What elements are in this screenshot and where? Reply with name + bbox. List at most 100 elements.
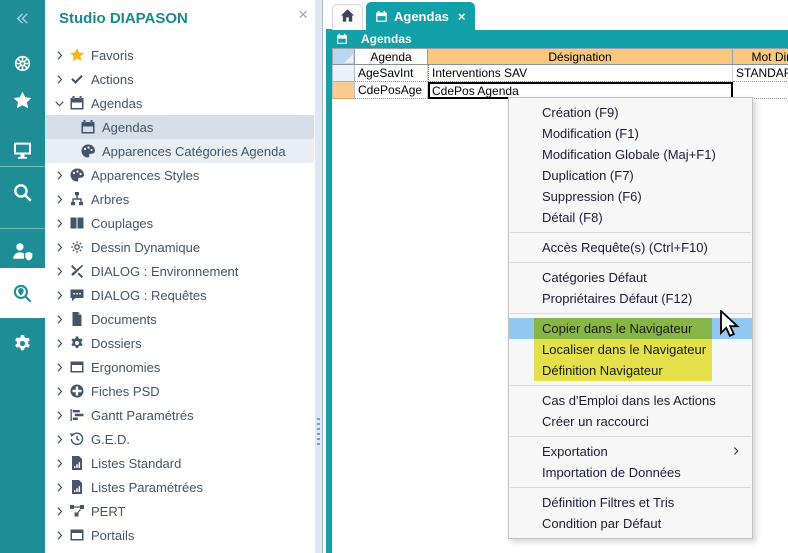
menu-item-label: Exportation <box>542 444 608 459</box>
chevron-right-icon[interactable] <box>54 506 65 517</box>
cell-designation-row1[interactable]: Interventions SAV <box>428 65 733 82</box>
menu-item-suppression-f6[interactable]: Suppression (F6) <box>509 186 752 207</box>
gear-outline-icon <box>69 239 85 255</box>
menu-item-modification-globale-maj-f1[interactable]: Modification Globale (Maj+F1) <box>509 144 752 165</box>
chevron-right-icon[interactable] <box>54 290 65 301</box>
sidebar-item-dialog-requetes[interactable]: DIALOG : Requêtes <box>45 283 314 307</box>
menu-item-creer-un-raccourci[interactable]: Créer un raccourci <box>509 411 752 432</box>
chevron-right-icon[interactable] <box>54 242 65 253</box>
menu-item-cas-d-emploi-dans-les-actions[interactable]: Cas d'Emploi dans les Actions <box>509 390 752 411</box>
sidebar-item-arbres[interactable]: Arbres <box>45 187 314 211</box>
sidebar-item-apparences-styles[interactable]: Apparences Styles <box>45 163 314 187</box>
menu-item-label: Définition Navigateur <box>542 363 663 378</box>
star-icon[interactable] <box>0 83 45 117</box>
chevron-right-icon[interactable] <box>54 74 65 85</box>
chevron-right-icon[interactable] <box>54 458 65 469</box>
wheel-icon[interactable] <box>0 46 45 80</box>
sidebar-item-pert[interactable]: PERT <box>45 499 314 523</box>
chevron-right-icon[interactable] <box>54 314 65 325</box>
sidebar-item-agendas[interactable]: Agendas <box>45 91 314 115</box>
menu-item-definition-filtres-et-tris[interactable]: Définition Filtres et Tris <box>509 492 752 513</box>
row-marker[interactable] <box>332 82 355 99</box>
search-pin-icon[interactable] <box>0 268 45 318</box>
menu-item-categories-defaut[interactable]: Catégories Défaut <box>509 267 752 288</box>
chevron-right-icon[interactable] <box>54 194 65 205</box>
plus-circle-icon <box>69 383 85 399</box>
user-shield-icon[interactable] <box>0 236 45 266</box>
cell-agenda-row2[interactable]: CdePosAge <box>355 82 428 99</box>
chevron-right-icon[interactable] <box>54 434 65 445</box>
column-header-mot-directeur[interactable]: Mot Directeur <box>733 48 788 65</box>
sidebar-item-agendas[interactable]: Agendas <box>45 115 314 139</box>
chevron-right-icon[interactable] <box>54 482 65 493</box>
sidebar-item-dessin-dynamique[interactable]: Dessin Dynamique <box>45 235 314 259</box>
sidebar-item-listes-parametrees[interactable]: Listes Paramétrées <box>45 475 314 499</box>
sidebar-item-label: Apparences Styles <box>91 168 199 183</box>
chevron-right-icon[interactable] <box>54 50 65 61</box>
table-corner-header[interactable] <box>332 48 355 65</box>
menu-item-importation-de-donnees[interactable]: Importation de Données <box>509 462 752 483</box>
chevron-right-icon[interactable] <box>54 362 65 373</box>
sidebar-item-couplages[interactable]: Couplages <box>45 211 314 235</box>
sidebar-item-gantt-parametres[interactable]: Gantt Paramétrés <box>45 403 314 427</box>
menu-item-copier-dans-le-navigateur[interactable]: Copier dans le Navigateur <box>509 318 752 339</box>
menu-item-label: Duplication (F7) <box>542 168 634 183</box>
sidebar-scrollbar[interactable] <box>315 0 322 553</box>
sidebar-item-ergonomies[interactable]: Ergonomies <box>45 355 314 379</box>
menu-item-localiser-dans-le-navigateur[interactable]: Localiser dans le Navigateur <box>509 339 752 360</box>
menu-item-definition-navigateur[interactable]: Définition Navigateur <box>509 360 752 381</box>
chevron-down-icon[interactable] <box>54 98 65 109</box>
chevron-right-icon[interactable] <box>54 410 65 421</box>
menu-item-proprietaires-defaut-f12[interactable]: Propriétaires Défaut (F12) <box>509 288 752 309</box>
chevron-double-left-icon[interactable] <box>0 8 45 28</box>
row-marker[interactable] <box>332 65 355 82</box>
menu-item-label: Créer un raccourci <box>542 414 649 429</box>
tools-icon <box>69 263 85 279</box>
menu-item-acces-requete-s-ctrl-f10[interactable]: Accès Requête(s) (Ctrl+F10) <box>509 237 752 258</box>
menu-separator <box>510 232 751 233</box>
monitor-icon[interactable] <box>0 133 45 167</box>
sidebar-item-actions[interactable]: Actions <box>45 67 314 91</box>
chevron-right-icon[interactable] <box>54 338 65 349</box>
chevron-right-icon[interactable] <box>54 386 65 397</box>
menu-separator <box>510 385 751 386</box>
menu-item-modification-f1[interactable]: Modification (F1) <box>509 123 752 144</box>
home-icon <box>340 8 355 28</box>
column-header-agenda[interactable]: Agenda <box>355 48 428 65</box>
sidebar-item-listes-standard[interactable]: Listes Standard <box>45 451 314 475</box>
search-icon[interactable] <box>0 175 45 209</box>
chevron-right-icon[interactable] <box>54 218 65 229</box>
sidebar-item-portails[interactable]: Portails <box>45 523 314 547</box>
sidebar-item-apparences-categories-agenda[interactable]: Apparences Catégories Agenda <box>45 139 314 163</box>
column-header-label: Mot Directeur <box>751 50 788 64</box>
menu-item-creation-f9[interactable]: Création (F9) <box>509 102 752 123</box>
menu-item-condition-par-defaut[interactable]: Condition par Défaut <box>509 513 752 534</box>
close-icon[interactable]: × <box>458 9 466 24</box>
column-header-designation[interactable]: Désignation <box>428 48 733 65</box>
menu-item-label: Propriétaires Défaut (F12) <box>542 291 692 306</box>
sidebar-item-label: Portails <box>91 528 134 543</box>
calendar-icon <box>336 33 348 45</box>
sidebar-item-documents[interactable]: Documents <box>45 307 314 331</box>
sidebar-item-favoris[interactable]: Favoris <box>45 43 314 67</box>
chevron-right-icon[interactable] <box>54 170 65 181</box>
menu-item-detail-f8[interactable]: Détail (F8) <box>509 207 752 228</box>
cell-agenda-row1[interactable]: AgeSavInt <box>355 65 428 82</box>
sidebar-item-dossiers[interactable]: Dossiers <box>45 331 314 355</box>
close-icon[interactable]: × <box>298 6 308 23</box>
splitter-grip[interactable] <box>317 418 320 448</box>
gear-icon[interactable] <box>0 326 45 360</box>
sidebar-item-fiches-psd[interactable]: Fiches PSD <box>45 379 314 403</box>
chevron-right-icon[interactable] <box>54 266 65 277</box>
cell-mot-directeur-row1[interactable]: STANDARD <box>733 65 788 82</box>
sidebar-item-label: Agendas <box>102 120 153 135</box>
tab-agendas[interactable]: Agendas × <box>366 2 475 30</box>
sidebar-item-g-e-d[interactable]: G.E.D. <box>45 427 314 451</box>
sidebar-item-dialog-environnement[interactable]: DIALOG : Environnement <box>45 259 314 283</box>
menu-separator <box>510 262 751 263</box>
menu-item-label: Détail (F8) <box>542 210 603 225</box>
menu-item-exportation[interactable]: Exportation <box>509 441 752 462</box>
chevron-right-icon[interactable] <box>54 530 65 541</box>
tab-home[interactable] <box>332 4 363 30</box>
menu-item-duplication-f7[interactable]: Duplication (F7) <box>509 165 752 186</box>
